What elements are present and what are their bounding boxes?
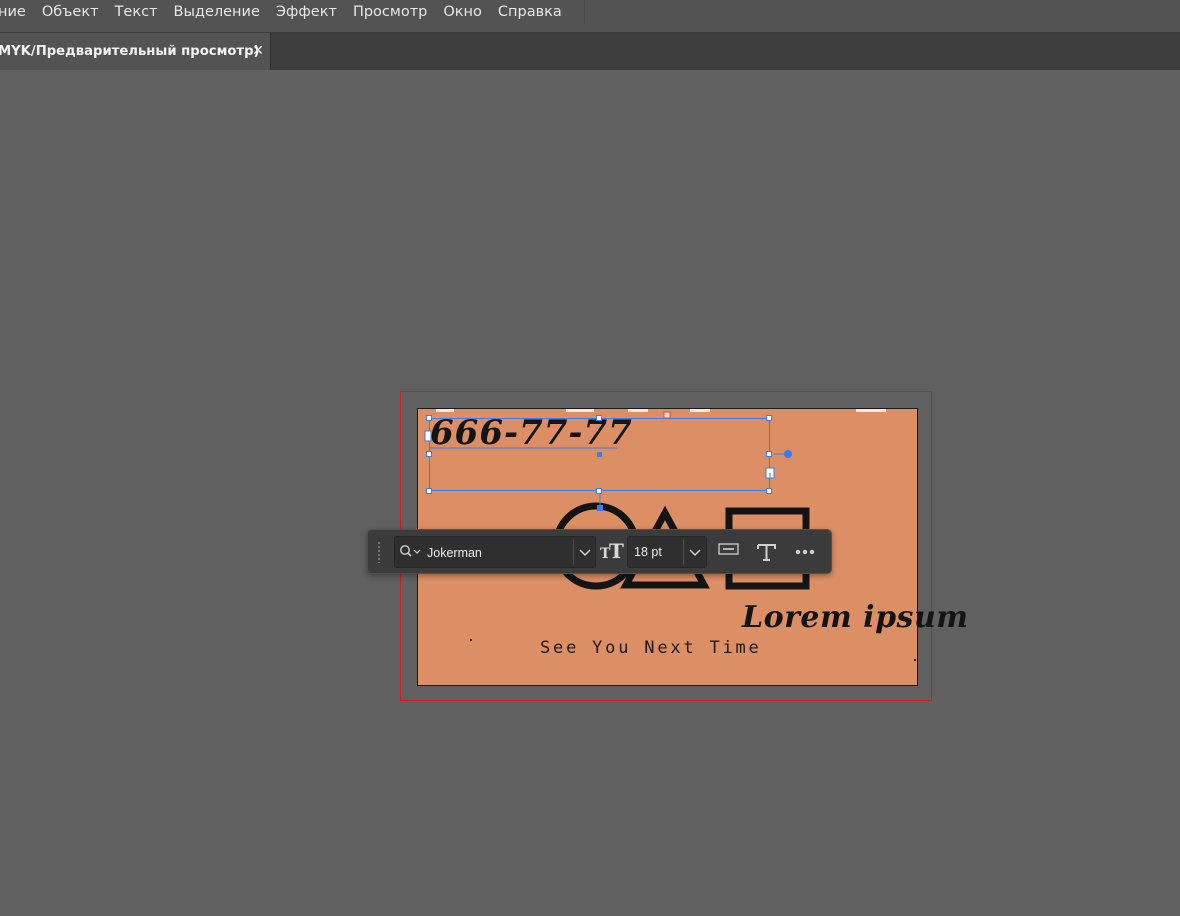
more-options-icon[interactable] [793,545,819,559]
divider [683,539,684,565]
font-size-icon: T T [600,541,624,561]
drag-grip-icon[interactable] [377,541,381,563]
type-tool-icon[interactable] [755,541,779,563]
area-type-icon[interactable] [717,541,741,561]
font-size-value: 18 pt [634,545,662,559]
center-point [597,452,602,457]
font-family-field[interactable]: Jokerman [394,536,596,568]
area-type-widget [784,450,792,458]
font-family-value: Jokerman [427,546,482,560]
contextual-task-bar: Jokerman T T 18 pt [367,529,832,574]
rotate-handle [597,505,603,511]
font-size-field[interactable]: 18 pt [627,536,707,568]
svg-text:T: T [609,541,624,561]
text-frame-selection[interactable] [0,0,1180,916]
chevron-down-icon[interactable] [688,547,702,559]
in-port-handle [424,430,432,442]
divider [573,539,574,565]
chevron-down-icon[interactable] [578,547,592,559]
tab-marker [663,411,671,419]
search-icon[interactable] [397,543,425,561]
